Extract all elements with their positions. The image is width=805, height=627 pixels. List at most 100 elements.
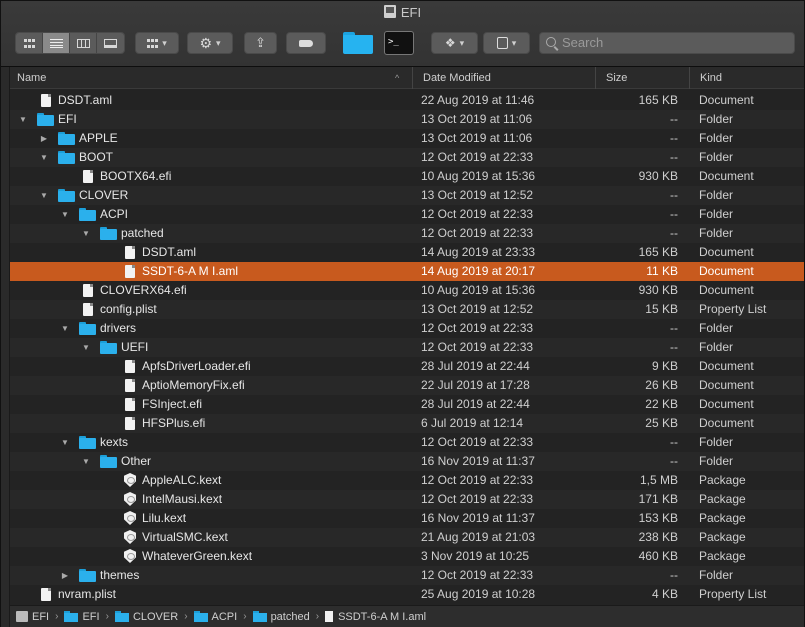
file-kind: Package: [699, 549, 746, 563]
file-kind: Package: [699, 530, 746, 544]
table-row[interactable]: CLOVERX64.efi 10 Aug 2019 at 15:36 930 KB D…: [10, 281, 804, 300]
table-row[interactable]: DSDT.aml 14 Aug 2019 at 23:33 165 KB Docume…: [10, 243, 804, 262]
column-header: Name ^ Date Modified Size Kind: [10, 67, 804, 89]
table-row[interactable]: ▼ patched 12 Oct 2019 at 22:33 -- Folder: [10, 224, 804, 243]
disclosure-open-icon[interactable]: ▼: [18, 110, 28, 129]
disclosure-closed-icon[interactable]: ▶: [39, 129, 49, 148]
column-divider[interactable]: [595, 67, 596, 89]
breadcrumb-item[interactable]: EFI ›: [64, 611, 109, 623]
file-name: BOOTX64.efi: [100, 169, 172, 183]
disclosure-open-icon[interactable]: ▼: [81, 224, 91, 243]
table-row[interactable]: Lilu.kext 16 Nov 2019 at 11:37 153 KB Packa…: [10, 509, 804, 528]
file-kind: Property List: [699, 587, 767, 601]
folder-icon-body: [343, 35, 373, 54]
file-size: --: [670, 435, 678, 449]
breadcrumb-item[interactable]: ACPI ›: [193, 611, 247, 623]
folder-icon-body: [100, 457, 117, 468]
file-kind: Property List: [699, 302, 767, 316]
file-kind: Document: [699, 416, 754, 430]
file-kind: Folder: [699, 112, 734, 126]
file-kind: Document: [699, 378, 754, 392]
group-by-button[interactable]: ▾: [135, 32, 179, 54]
list-view-button[interactable]: [43, 33, 70, 53]
table-row[interactable]: ▼ ACPI 12 Oct 2019 at 22:33 -- Folder: [10, 205, 804, 224]
table-row[interactable]: IntelMausi.kext 12 Oct 2019 at 22:33 171 K…: [10, 490, 804, 509]
icon-view-button[interactable]: [16, 33, 43, 53]
disclosure-open-icon[interactable]: ▼: [60, 319, 70, 338]
file-name: ApfsDriverLoader.efi: [142, 359, 251, 373]
folder-icon: [37, 113, 54, 126]
file-name: ACPI: [100, 207, 129, 221]
breadcrumb-item[interactable]: CLOVER ›: [114, 611, 188, 623]
date-modified: 13 Oct 2019 at 12:52: [421, 188, 534, 202]
search-field[interactable]: Search: [539, 32, 795, 54]
table-row[interactable]: nvram.plist 25 Aug 2019 at 10:28 4 KB Prope…: [10, 585, 804, 604]
table-row[interactable]: AppleALC.kext 12 Oct 2019 at 22:33 1,5 MB P…: [10, 471, 804, 490]
table-row[interactable]: ▼ BOOT 12 Oct 2019 at 22:33 -- Folder: [10, 148, 804, 167]
column-header-name[interactable]: Name: [17, 67, 46, 89]
action-button[interactable]: ⚙ ▾: [187, 32, 233, 54]
table-row[interactable]: ▼ UEFI 12 Oct 2019 at 22:33 -- Folder: [10, 338, 804, 357]
document-icon: [83, 284, 93, 297]
file-size: 1,5 MB: [639, 473, 678, 487]
column-header-date[interactable]: Date Modified: [423, 67, 491, 89]
column-header-kind[interactable]: Kind: [700, 67, 722, 89]
table-row[interactable]: ▼ CLOVER 13 Oct 2019 at 12:52 -- Folder: [10, 186, 804, 205]
gallery-icon: [104, 38, 117, 48]
file-kind: Folder: [699, 207, 734, 221]
utility-button[interactable]: ▾: [483, 32, 530, 54]
disclosure-open-icon[interactable]: ▼: [39, 186, 49, 205]
column-divider[interactable]: [689, 67, 690, 89]
column-view-button[interactable]: [70, 33, 97, 53]
dropbox-button[interactable]: ❖ ▾: [431, 32, 478, 54]
date-modified: 12 Oct 2019 at 22:33: [421, 473, 534, 487]
gallery-view-button[interactable]: [97, 33, 124, 53]
disclosure-closed-icon[interactable]: ▶: [60, 566, 70, 585]
file-kind: Folder: [699, 435, 734, 449]
table-row[interactable]: ▼ Other 16 Nov 2019 at 11:37 -- Folder: [10, 452, 804, 471]
folder-shortcut-button[interactable]: [343, 32, 373, 54]
share-button[interactable]: ⇪: [244, 32, 277, 54]
table-row[interactable]: FSInject.efi 28 Jul 2019 at 22:44 22 KB Doc…: [10, 395, 804, 414]
disclosure-open-icon[interactable]: ▼: [81, 338, 91, 357]
table-row[interactable]: AptioMemoryFix.efi 22 Jul 2019 at 17:28 26…: [10, 376, 804, 395]
table-row[interactable]: ▶ APPLE 13 Oct 2019 at 11:06 -- Folder: [10, 129, 804, 148]
file-name: HFSPlus.efi: [142, 416, 206, 430]
folder-icon-body: [58, 134, 75, 145]
disclosure-open-icon[interactable]: ▼: [60, 433, 70, 452]
date-modified: 10 Aug 2019 at 15:36: [421, 169, 536, 183]
breadcrumb-item[interactable]: patched ›: [252, 611, 319, 623]
chevron-right-icon: ›: [55, 611, 59, 622]
breadcrumb-item[interactable]: EFI ›: [16, 611, 58, 623]
disclosure-open-icon[interactable]: ▼: [81, 452, 91, 471]
table-row[interactable]: BOOTX64.efi 10 Aug 2019 at 15:36 930 KB Doc…: [10, 167, 804, 186]
file-size: 171 KB: [638, 492, 678, 506]
column-divider[interactable]: [412, 67, 413, 89]
date-modified: 22 Aug 2019 at 11:46: [421, 93, 535, 107]
file-size: 11 KB: [646, 264, 678, 278]
table-row[interactable]: ▼ kexts 12 Oct 2019 at 22:33 -- Folder: [10, 433, 804, 452]
table-row[interactable]: ApfsDriverLoader.efi 28 Jul 2019 at 22:44…: [10, 357, 804, 376]
file-size: --: [670, 226, 678, 240]
breadcrumb-item[interactable]: SSDT-6-A M I.aml: [325, 611, 426, 623]
table-row[interactable]: WhateverGreen.kext 3 Nov 2019 at 10:25 460…: [10, 547, 804, 566]
file-name: config.plist: [100, 302, 157, 316]
table-row[interactable]: config.plist 13 Oct 2019 at 12:52 15 KB Pro…: [10, 300, 804, 319]
table-row[interactable]: ▼ EFI 13 Oct 2019 at 11:06 -- Folder: [10, 110, 804, 129]
disclosure-open-icon[interactable]: ▼: [60, 205, 70, 224]
file-name: AptioMemoryFix.efi: [142, 378, 245, 392]
table-row-selected[interactable]: SSDT-6-A M I.aml 14 Aug 2019 at 20:17 11 K…: [10, 262, 804, 281]
window-title-text: EFI: [400, 5, 422, 20]
table-row[interactable]: DSDT.aml 22 Aug 2019 at 11:46 165 KB Docume…: [10, 91, 804, 110]
file-name: VirtualSMC.kext: [142, 530, 228, 544]
table-row[interactable]: HFSPlus.efi 6 Jul 2019 at 12:14 25 KB Docum…: [10, 414, 804, 433]
table-row[interactable]: VirtualSMC.kext 21 Aug 2019 at 21:03 238 K…: [10, 528, 804, 547]
table-row[interactable]: ▼ drivers 12 Oct 2019 at 22:33 -- Folder: [10, 319, 804, 338]
folder-icon: [252, 611, 267, 622]
table-row[interactable]: ▶ themes 12 Oct 2019 at 22:33 -- Folder: [10, 566, 804, 585]
column-header-size[interactable]: Size: [606, 67, 627, 89]
disclosure-open-icon[interactable]: ▼: [39, 148, 49, 167]
terminal-shortcut-button[interactable]: >_: [384, 31, 414, 55]
tag-button[interactable]: [286, 32, 326, 54]
breadcrumb-label: SSDT-6-A M I.aml: [338, 610, 427, 623]
